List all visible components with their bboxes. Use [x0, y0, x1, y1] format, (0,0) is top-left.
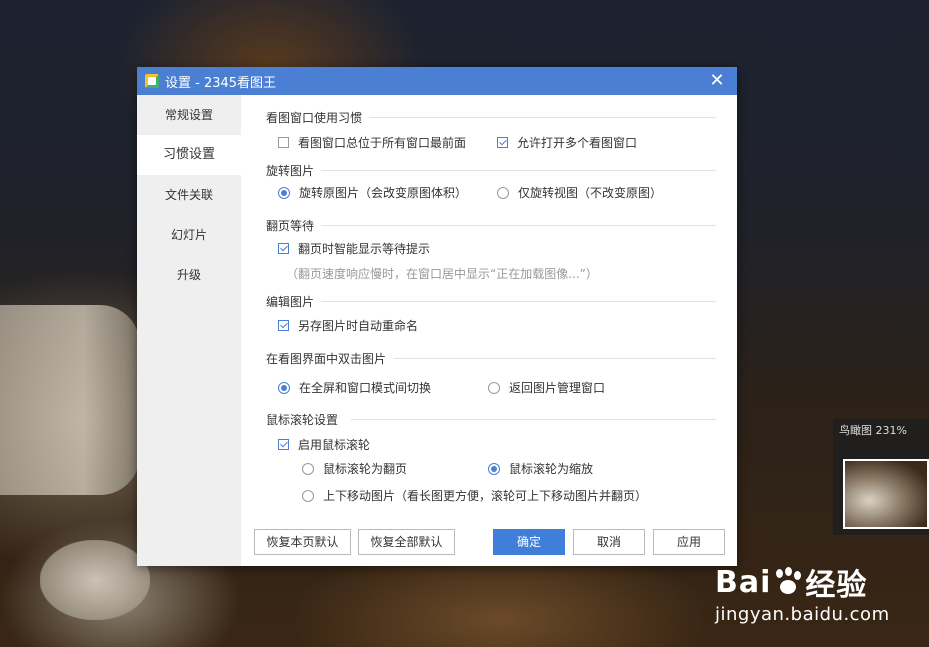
radio-unselected: [497, 186, 509, 199]
checkbox-box-checked: [278, 320, 289, 331]
cancel-button[interactable]: 取消: [573, 529, 645, 555]
navigator-panel: 鸟瞰图 231%: [833, 419, 929, 535]
section-title-page-wait: 翻页等待: [266, 219, 315, 233]
section-title-rotate: 旋转图片: [266, 164, 315, 178]
page-wait-note: （翻页速度响应慢时，在窗口居中显示“正在加载图像...”）: [286, 267, 598, 281]
back-to-manager-radio[interactable]: 返回图片管理窗口: [488, 379, 605, 396]
rotate-view-only-radio[interactable]: 仅旋转视图（不改变原图）: [497, 184, 662, 201]
wheel-move-radio[interactable]: 上下移动图片（看长图更方便，滚轮可上下移动图片并翻页）: [302, 487, 647, 504]
radio-selected: [278, 186, 290, 199]
radio-unselected: [302, 489, 314, 502]
divider: [321, 225, 716, 226]
smart-wait-hint-checkbox[interactable]: 翻页时智能显示等待提示: [278, 240, 430, 257]
radio-selected: [278, 381, 290, 394]
checkbox-box: [278, 137, 289, 148]
section-title-double-click: 在看图界面中双击图片: [266, 352, 387, 366]
auto-rename-checkbox[interactable]: 另存图片时自动重命名: [278, 317, 418, 334]
section-title-window-habit: 看图窗口使用习惯: [266, 111, 363, 125]
checkbox-box-checked: [278, 243, 289, 254]
sidebar-item-habits[interactable]: 习惯设置: [137, 135, 241, 175]
restore-page-defaults-button[interactable]: 恢复本页默认: [254, 529, 351, 555]
sidebar-item-upgrade[interactable]: 升级: [137, 255, 241, 295]
radio-unselected: [488, 381, 500, 394]
wheel-page-turn-radio[interactable]: 鼠标滚轮为翻页: [302, 460, 407, 477]
app-icon: [145, 74, 159, 88]
settings-sidebar: 常规设置 习惯设置 文件关联 幻灯片 升级: [137, 95, 241, 566]
settings-dialog: 设置 - 2345看图王 ✕ 常规设置 习惯设置 文件关联 幻灯片 升级 看图窗…: [137, 67, 737, 566]
background-cup: [0, 305, 140, 495]
radio-unselected: [302, 462, 314, 475]
section-title-wheel: 鼠标滚轮设置: [266, 413, 339, 427]
title-bar: 设置 - 2345看图王 ✕: [137, 67, 737, 95]
always-on-top-checkbox[interactable]: 看图窗口总位于所有窗口最前面: [278, 134, 466, 151]
sidebar-item-slideshow[interactable]: 幻灯片: [137, 215, 241, 255]
divider: [321, 170, 716, 171]
toggle-fullscreen-radio[interactable]: 在全屏和窗口模式间切换: [278, 379, 431, 396]
sidebar-item-file-association[interactable]: 文件关联: [137, 175, 241, 215]
navigator-viewport[interactable]: [843, 459, 929, 529]
background-teacup: [40, 540, 150, 620]
ok-button[interactable]: 确定: [493, 529, 565, 555]
checkbox-box-checked: [497, 137, 508, 148]
settings-content: 看图窗口使用习惯 看图窗口总位于所有窗口最前面 允许打开多个看图窗口 旋转图片 …: [241, 95, 737, 566]
wheel-zoom-radio[interactable]: 鼠标滚轮为缩放: [488, 460, 593, 477]
rotate-original-radio[interactable]: 旋转原图片（会改变原图体积）: [278, 184, 467, 201]
sidebar-item-general[interactable]: 常规设置: [137, 95, 241, 135]
radio-selected: [488, 462, 500, 475]
restore-all-defaults-button[interactable]: 恢复全部默认: [358, 529, 455, 555]
baidu-logo: Bai 经验: [715, 564, 868, 604]
enable-wheel-checkbox[interactable]: 启用鼠标滚轮: [278, 436, 370, 453]
dialog-title: 设置 - 2345看图王: [165, 75, 277, 91]
divider: [394, 358, 716, 359]
divider: [321, 301, 716, 302]
divider: [369, 117, 716, 118]
baidu-url: jingyan.baidu.com: [715, 604, 890, 625]
checkbox-box-checked: [278, 439, 289, 450]
baidu-watermark: Bai 经验 jingyan.baidu.com: [715, 560, 890, 626]
allow-multiple-windows-checkbox[interactable]: 允许打开多个看图窗口: [497, 134, 637, 151]
divider: [351, 419, 716, 420]
close-button[interactable]: ✕: [707, 71, 727, 91]
section-title-edit: 编辑图片: [266, 295, 315, 309]
apply-button[interactable]: 应用: [653, 529, 725, 555]
navigator-zoom-label: 鸟瞰图 231%: [839, 424, 907, 437]
paw-icon: [773, 567, 803, 597]
